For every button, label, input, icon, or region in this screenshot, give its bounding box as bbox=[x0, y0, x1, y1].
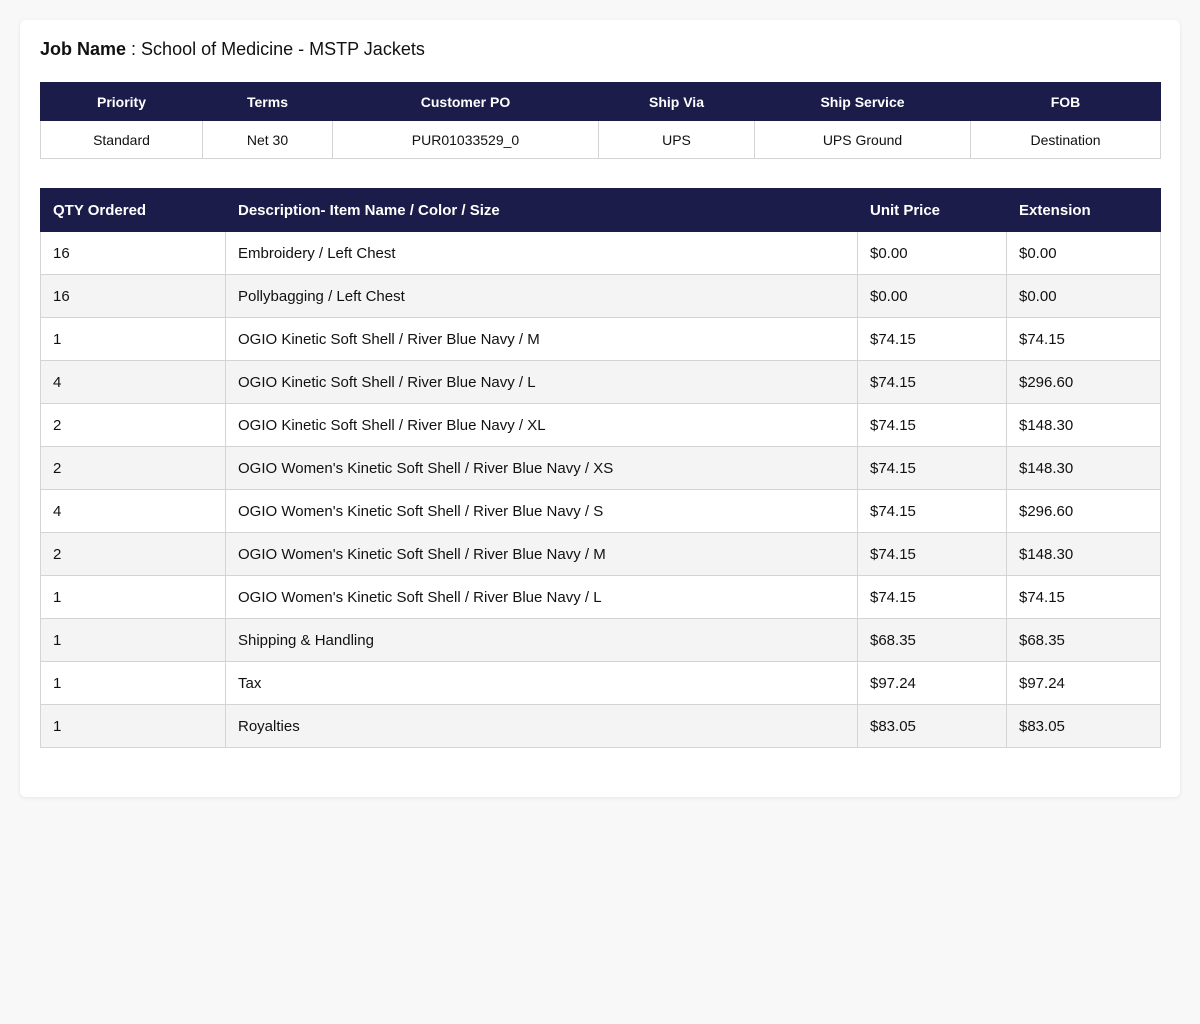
qty-cell: 4 bbox=[40, 360, 226, 404]
unit-price-cell: $83.05 bbox=[857, 704, 1007, 748]
header-unit-price: Unit Price bbox=[857, 188, 1007, 232]
description-cell: OGIO Kinetic Soft Shell / River Blue Nav… bbox=[225, 403, 858, 447]
header-description: Description- Item Name / Color / Size bbox=[225, 188, 858, 232]
order-card: Job Name : School of Medicine - MSTP Jac… bbox=[20, 20, 1180, 797]
unit-price-cell: $68.35 bbox=[857, 618, 1007, 662]
job-name-label: Job Name bbox=[40, 39, 127, 59]
qty-cell: 2 bbox=[40, 446, 226, 490]
extension-cell: $0.00 bbox=[1006, 231, 1161, 275]
unit-price-cell: $74.15 bbox=[857, 532, 1007, 576]
table-row: 2 OGIO Women's Kinetic Soft Shell / River… bbox=[40, 446, 1161, 490]
value-ship-via: UPS bbox=[598, 120, 755, 159]
extension-cell: $97.24 bbox=[1006, 661, 1161, 705]
extension-cell: $68.35 bbox=[1006, 618, 1161, 662]
description-cell: OGIO Kinetic Soft Shell / River Blue Nav… bbox=[225, 317, 858, 361]
header-terms: Terms bbox=[202, 82, 333, 121]
unit-price-cell: $0.00 bbox=[857, 231, 1007, 275]
extension-cell: $148.30 bbox=[1006, 532, 1161, 576]
table-row: 16 Pollybagging / Left Chest $0.00 $0.00 bbox=[40, 274, 1161, 318]
value-priority: Standard bbox=[40, 120, 203, 159]
table-row: 1 Royalties $83.05 $83.05 bbox=[40, 704, 1161, 748]
header-priority: Priority bbox=[40, 82, 203, 121]
header-qty-ordered: QTY Ordered bbox=[40, 188, 226, 232]
table-row: 16 Embroidery / Left Chest $0.00 $0.00 bbox=[40, 231, 1161, 275]
value-ship-service: UPS Ground bbox=[754, 120, 971, 159]
description-cell: OGIO Women's Kinetic Soft Shell / River … bbox=[225, 446, 858, 490]
table-row: 1 OGIO Women's Kinetic Soft Shell / River… bbox=[40, 575, 1161, 619]
qty-cell: 16 bbox=[40, 274, 226, 318]
value-customer-po: PUR01033529_0 bbox=[332, 120, 599, 159]
job-name-value: School of Medicine - MSTP Jackets bbox=[141, 39, 425, 59]
header-customer-po: Customer PO bbox=[332, 82, 599, 121]
description-cell: Tax bbox=[225, 661, 858, 705]
line-items-body: 16 Embroidery / Left Chest $0.00 $0.00 16 Pol… bbox=[40, 231, 1161, 748]
table-row: 1 Tax $97.24 $97.24 bbox=[40, 661, 1161, 705]
order-info-table: Priority Terms Customer PO Ship Via Ship… bbox=[40, 82, 1161, 159]
table-row: 2 OGIO Kinetic Soft Shell / River Blue Na… bbox=[40, 403, 1161, 447]
unit-price-cell: $74.15 bbox=[857, 360, 1007, 404]
table-row: 1 Shipping & Handling $68.35 $68.35 bbox=[40, 618, 1161, 662]
unit-price-cell: $74.15 bbox=[857, 489, 1007, 533]
qty-cell: 16 bbox=[40, 231, 226, 275]
job-name-line: Job Name : School of Medicine - MSTP Jac… bbox=[40, 38, 425, 60]
unit-price-cell: $74.15 bbox=[857, 446, 1007, 490]
extension-cell: $148.30 bbox=[1006, 446, 1161, 490]
unit-price-cell: $74.15 bbox=[857, 317, 1007, 361]
table-row: 4 OGIO Women's Kinetic Soft Shell / River… bbox=[40, 489, 1161, 533]
header-ship-service: Ship Service bbox=[754, 82, 971, 121]
qty-cell: 1 bbox=[40, 317, 226, 361]
description-cell: Royalties bbox=[225, 704, 858, 748]
value-terms: Net 30 bbox=[202, 120, 333, 159]
qty-cell: 2 bbox=[40, 403, 226, 447]
extension-cell: $148.30 bbox=[1006, 403, 1161, 447]
description-cell: Embroidery / Left Chest bbox=[225, 231, 858, 275]
unit-price-cell: $74.15 bbox=[857, 575, 1007, 619]
table-row: 2 OGIO Women's Kinetic Soft Shell / River… bbox=[40, 532, 1161, 576]
extension-cell: $296.60 bbox=[1006, 360, 1161, 404]
description-cell: OGIO Women's Kinetic Soft Shell / River … bbox=[225, 489, 858, 533]
qty-cell: 1 bbox=[40, 704, 226, 748]
qty-cell: 1 bbox=[40, 575, 226, 619]
header-fob: FOB bbox=[970, 82, 1161, 121]
unit-price-cell: $97.24 bbox=[857, 661, 1007, 705]
description-cell: OGIO Women's Kinetic Soft Shell / River … bbox=[225, 575, 858, 619]
qty-cell: 4 bbox=[40, 489, 226, 533]
order-info-value-row: Standard Net 30 PUR01033529_0 UPS UPS Gr… bbox=[40, 120, 1161, 159]
extension-cell: $74.15 bbox=[1006, 575, 1161, 619]
extension-cell: $296.60 bbox=[1006, 489, 1161, 533]
table-row: 1 OGIO Kinetic Soft Shell / River Blue Na… bbox=[40, 317, 1161, 361]
value-fob: Destination bbox=[970, 120, 1161, 159]
unit-price-cell: $0.00 bbox=[857, 274, 1007, 318]
line-items-table: QTY Ordered Description- Item Name / Col… bbox=[40, 188, 1161, 748]
unit-price-cell: $74.15 bbox=[857, 403, 1007, 447]
extension-cell: $83.05 bbox=[1006, 704, 1161, 748]
line-items-header-row: QTY Ordered Description- Item Name / Col… bbox=[40, 188, 1161, 232]
description-cell: OGIO Kinetic Soft Shell / River Blue Nav… bbox=[225, 360, 858, 404]
extension-cell: $74.15 bbox=[1006, 317, 1161, 361]
job-name-separator: : bbox=[126, 39, 142, 59]
qty-cell: 1 bbox=[40, 618, 226, 662]
qty-cell: 2 bbox=[40, 532, 226, 576]
description-cell: Shipping & Handling bbox=[225, 618, 858, 662]
qty-cell: 1 bbox=[40, 661, 226, 705]
order-info-header-row: Priority Terms Customer PO Ship Via Ship… bbox=[40, 82, 1161, 121]
header-extension: Extension bbox=[1006, 188, 1161, 232]
table-row: 4 OGIO Kinetic Soft Shell / River Blue Na… bbox=[40, 360, 1161, 404]
description-cell: OGIO Women's Kinetic Soft Shell / River … bbox=[225, 532, 858, 576]
description-cell: Pollybagging / Left Chest bbox=[225, 274, 858, 318]
extension-cell: $0.00 bbox=[1006, 274, 1161, 318]
header-ship-via: Ship Via bbox=[598, 82, 755, 121]
